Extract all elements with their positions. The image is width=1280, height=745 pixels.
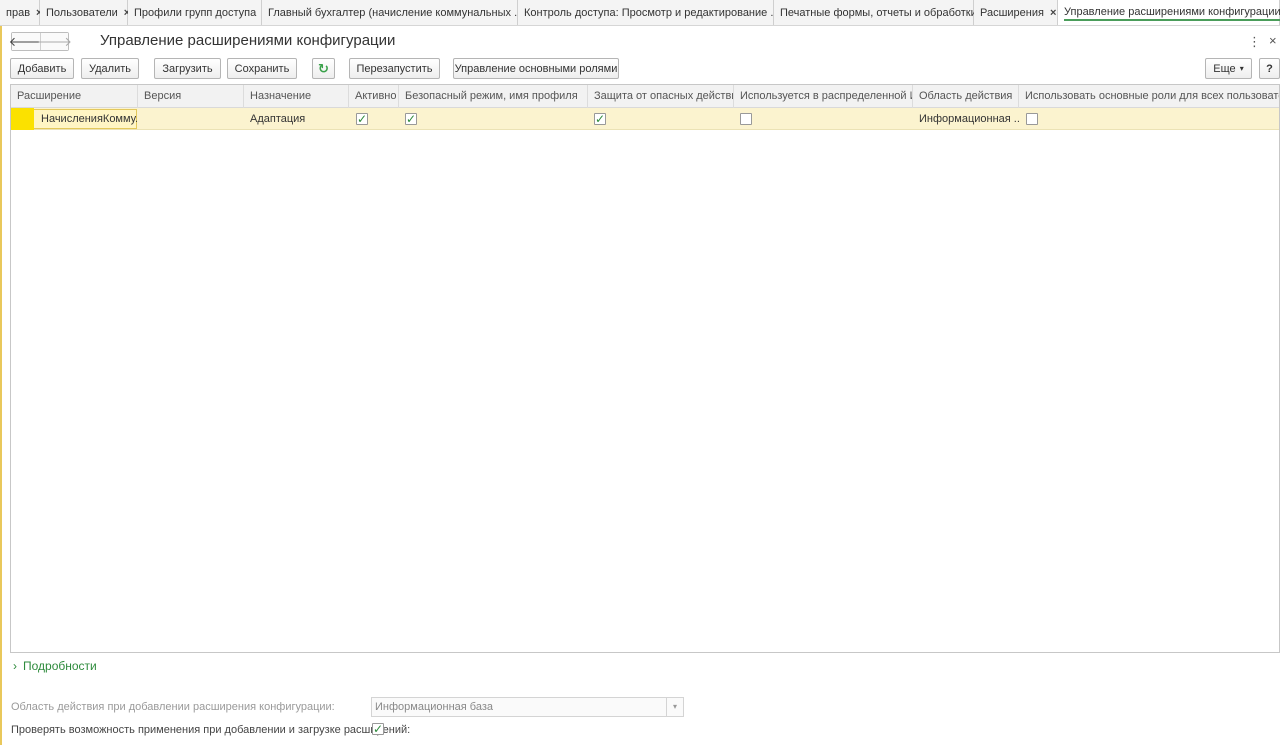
checkbox-distributed[interactable] bbox=[740, 113, 752, 125]
refresh-button[interactable]: ↻ bbox=[312, 58, 335, 79]
cell-extension-name[interactable]: НачисленияКомму... bbox=[35, 108, 137, 130]
column-header-active[interactable]: Активно bbox=[349, 85, 399, 108]
chevron-right-icon: › bbox=[13, 659, 17, 673]
save-button[interactable]: Сохранить bbox=[227, 58, 297, 79]
history-nav: 🡐 🡒 bbox=[9, 32, 72, 51]
table-row[interactable]: НачисленияКомму... Адаптация ✓ ✓ ✓ Инфор… bbox=[11, 108, 1279, 130]
tab-bar: прав × Пользователи × Профили групп дост… bbox=[0, 0, 1280, 26]
scope-select-value: Информационная база bbox=[375, 701, 493, 713]
scope-field-label: Область действия при добавлении расширен… bbox=[11, 701, 335, 713]
details-toggle[interactable]: › Подробности bbox=[13, 659, 97, 673]
more-vert-icon[interactable]: ⋮ bbox=[1248, 34, 1261, 50]
help-button[interactable]: ? bbox=[1259, 58, 1280, 79]
close-icon[interactable]: × bbox=[1269, 33, 1277, 48]
more-button-label: Еще bbox=[1213, 62, 1236, 75]
scope-select[interactable]: Информационная база ▾ bbox=[371, 697, 684, 717]
more-button[interactable]: Еще ▾ bbox=[1205, 58, 1252, 79]
checkbox-active[interactable]: ✓ bbox=[356, 113, 368, 125]
extensions-table[interactable]: Расширение Версия Назначение Активно Без… bbox=[10, 84, 1280, 653]
checkbox-protection[interactable]: ✓ bbox=[594, 113, 606, 125]
tab-extension-management[interactable]: Управление расширениями конфигурации × bbox=[1058, 0, 1280, 25]
check-applicability-label: Проверять возможность применения при доб… bbox=[11, 724, 411, 736]
checkbox-safe-mode[interactable]: ✓ bbox=[405, 113, 417, 125]
tab-prav[interactable]: прав × bbox=[0, 0, 42, 25]
tab-label: прав bbox=[6, 7, 31, 19]
column-header-purpose[interactable]: Назначение bbox=[244, 85, 349, 108]
tab-access-group-profiles[interactable]: Профили групп доступа × bbox=[128, 0, 269, 25]
tab-extensions[interactable]: Расширения × bbox=[974, 0, 1058, 25]
column-header-use-roles[interactable]: Использовать основные роли для всех поль… bbox=[1019, 85, 1279, 108]
cell-scope[interactable]: Информационная ... bbox=[913, 108, 1019, 130]
checkbox-use-roles[interactable] bbox=[1026, 113, 1038, 125]
tab-print-forms[interactable]: Печатные формы, отчеты и обработки × bbox=[774, 0, 989, 25]
tab-close-icon[interactable]: × bbox=[1050, 7, 1056, 19]
column-header-version[interactable]: Версия bbox=[138, 85, 244, 108]
cell-version[interactable] bbox=[138, 108, 244, 130]
tab-chief-accountant[interactable]: Главный бухгалтер (начисление коммунальн… bbox=[262, 0, 536, 25]
details-label: Подробности bbox=[23, 659, 97, 673]
tab-access-control[interactable]: Контроль доступа: Просмотр и редактирова… bbox=[518, 0, 792, 25]
refresh-icon: ↻ bbox=[318, 60, 329, 76]
load-button[interactable]: Загрузить bbox=[154, 58, 221, 79]
manage-roles-button[interactable]: Управление основными ролями bbox=[453, 58, 619, 79]
tab-label: Управление расширениями конфигурации bbox=[1064, 6, 1280, 21]
tab-users[interactable]: Пользователи × bbox=[40, 0, 130, 25]
add-button[interactable]: Добавить bbox=[10, 58, 74, 79]
tab-label: Пользователи bbox=[46, 7, 118, 19]
back-arrow-icon[interactable]: 🡐 bbox=[9, 33, 43, 50]
chevron-down-icon[interactable]: ▾ bbox=[666, 698, 683, 716]
tab-label: Главный бухгалтер (начисление коммунальн… bbox=[268, 7, 524, 19]
delete-button[interactable]: Удалить bbox=[81, 58, 139, 79]
column-header-extension[interactable]: Расширение bbox=[11, 85, 138, 108]
check-applicability-checkbox[interactable]: ✓ bbox=[372, 723, 384, 735]
forward-arrow-icon[interactable]: 🡒 bbox=[37, 33, 72, 50]
chevron-down-icon: ▾ bbox=[1239, 64, 1244, 73]
tab-label: Профили групп доступа bbox=[134, 7, 257, 19]
table-header: Расширение Версия Назначение Активно Без… bbox=[11, 85, 1279, 108]
tab-label: Контроль доступа: Просмотр и редактирова… bbox=[524, 7, 780, 19]
restart-button[interactable]: Перезапустить bbox=[349, 58, 440, 79]
row-current-marker bbox=[11, 108, 34, 130]
left-edge-accent bbox=[0, 26, 2, 745]
column-header-distributed[interactable]: Используется в распределенной ИБ bbox=[734, 85, 913, 108]
column-header-safe-mode[interactable]: Безопасный режим, имя профиля bbox=[399, 85, 588, 108]
tab-label: Расширения bbox=[980, 7, 1044, 19]
cell-purpose[interactable]: Адаптация bbox=[244, 108, 349, 130]
tab-label: Печатные формы, отчеты и обработки bbox=[780, 7, 977, 19]
column-header-scope[interactable]: Область действия bbox=[913, 85, 1019, 108]
column-header-protection[interactable]: Защита от опасных действий bbox=[588, 85, 734, 108]
page-title: Управление расширениями конфигурации bbox=[100, 32, 396, 49]
